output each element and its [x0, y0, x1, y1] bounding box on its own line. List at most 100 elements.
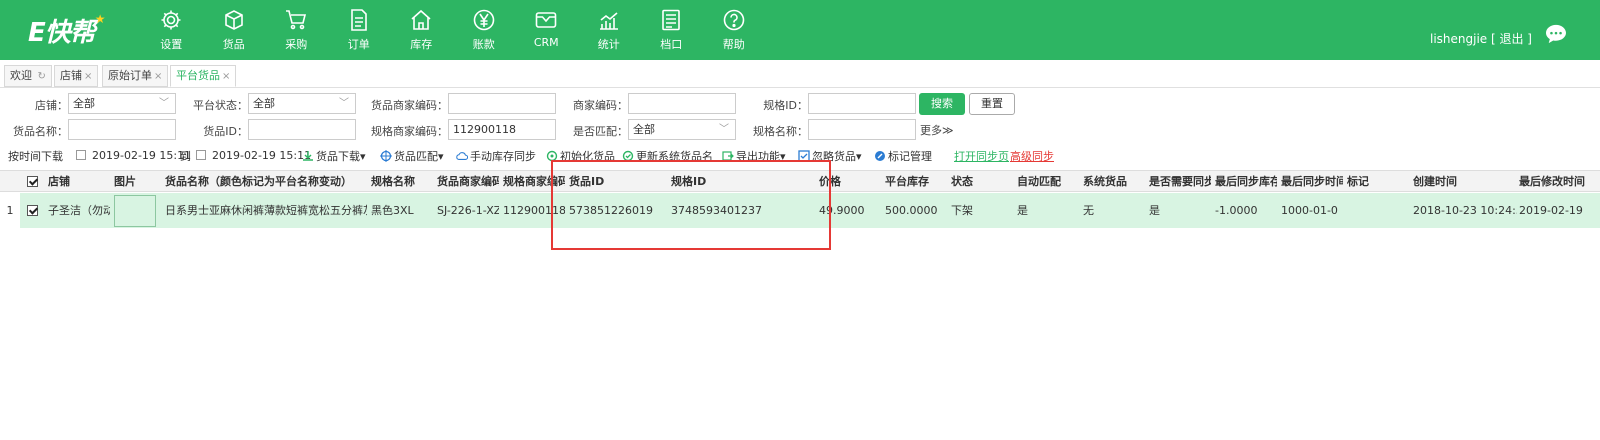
col-header-modified-time[interactable]: 最后修改时间 [1519, 171, 1600, 192]
col-header-spec-merchant-code[interactable]: 规格商家编码 [503, 171, 565, 192]
goods-id-input[interactable] [248, 119, 356, 140]
nav-item-help[interactable]: 帮助 [703, 0, 766, 60]
nav-item-crm[interactable]: CRM [515, 0, 578, 60]
col-header-price[interactable]: 价格 [819, 171, 879, 192]
open-sync-page-link[interactable]: 打开同步页 [954, 148, 1009, 164]
manual-stock-sync-button[interactable]: 手动库存同步 [456, 148, 536, 164]
col-header-spec-name[interactable]: 规格名称 [371, 171, 431, 192]
logo-star-icon: ★ [94, 12, 106, 26]
tab-label: 店铺 [60, 69, 82, 82]
ignore-goods-button[interactable]: 忽略货品▾ [798, 148, 862, 164]
target-icon [380, 150, 392, 162]
to-label: 到 [180, 150, 191, 163]
col-header-auto-match[interactable]: 自动匹配 [1017, 171, 1077, 192]
goods-merchant-code-input[interactable] [448, 93, 556, 114]
col-header-goods-merchant-code[interactable]: 货品商家编码 [437, 171, 499, 192]
cell-platform-stock: 500.0000 [885, 204, 938, 217]
button-label: 货品下载▾ [316, 150, 366, 163]
button-label: 忽略货品▾ [812, 150, 862, 163]
matched-label: 是否匹配： [573, 125, 628, 138]
date-to-input[interactable]: 2019-02-19 15:11 [196, 146, 311, 166]
date-from-input[interactable]: 2019-02-19 15:11 [76, 146, 191, 166]
close-icon[interactable]: × [84, 71, 92, 82]
cell-mark [1347, 193, 1407, 228]
download-icon [303, 151, 313, 161]
nav-item-settings[interactable]: 设置 [140, 0, 203, 60]
col-header-goods-id[interactable]: 货品ID [569, 171, 665, 192]
advanced-sync-link[interactable]: 高级同步 [1010, 148, 1054, 164]
tab-platform-goods[interactable]: 平台货品 × [170, 65, 237, 87]
merchant-code-input[interactable] [628, 93, 736, 114]
tab-bar: 欢迎 ↻ 店铺 × 原始订单 × 平台货品 × [0, 62, 1600, 88]
reset-button[interactable]: 重置 [969, 93, 1015, 115]
nav-item-stock[interactable]: 库存 [390, 0, 453, 60]
tab-raw-orders[interactable]: 原始订单 × [102, 65, 169, 87]
matched-select[interactable]: 全部 ﹀ [628, 119, 736, 140]
goods-name-input[interactable] [68, 119, 176, 140]
nav-label: 采购 [285, 38, 308, 51]
nav-item-goods[interactable]: 货品 [203, 0, 266, 60]
init-goods-button[interactable]: 初始化货品 [546, 148, 615, 164]
button-label: 更新系统货品名 [636, 150, 713, 163]
col-header-image[interactable]: 图片 [114, 171, 158, 192]
nav-item-orders[interactable]: 订单 [328, 0, 391, 60]
calendar-icon [196, 150, 206, 160]
col-header-last-sync-time[interactable]: 最后同步时间 [1281, 171, 1343, 192]
spec-id-label: 规格ID： [763, 99, 808, 112]
mark-manage-button[interactable]: 标记管理 [874, 148, 932, 164]
nav-label: 帮助 [722, 38, 745, 51]
cart-icon [286, 10, 307, 30]
cell-created-time: 2018-10-23 10:24:56 [1413, 204, 1517, 217]
tab-label: 欢迎 [10, 69, 32, 82]
col-header-system-goods[interactable]: 系统货品 [1083, 171, 1143, 192]
tag-icon [875, 151, 885, 161]
spec-merchant-code-input[interactable]: 112900118 [448, 119, 556, 140]
col-header-spec-id[interactable]: 规格ID [671, 171, 811, 192]
list-icon [662, 9, 681, 31]
col-header-goods-name[interactable]: 货品名称（颜色标记为平台名称变动） [165, 171, 367, 192]
tab-shops[interactable]: 店铺 × [54, 65, 99, 87]
col-header-mark[interactable]: 标记 [1347, 171, 1407, 192]
select-all-checkbox[interactable] [27, 176, 38, 187]
col-header-created-time[interactable]: 创建时间 [1413, 171, 1513, 192]
nav-item-accounts[interactable]: 账款 [453, 0, 516, 60]
nav-label: 订单 [347, 38, 370, 51]
search-button[interactable]: 搜索 [919, 93, 965, 115]
more-filters-link[interactable]: 更多≫ [920, 122, 954, 138]
goods-match-button[interactable]: 货品匹配▾ [380, 148, 444, 164]
col-header-last-sync-stock[interactable]: 最后同步库存 [1215, 171, 1277, 192]
col-header-shop[interactable]: 店铺 [48, 171, 108, 192]
button-label: 手动库存同步 [470, 150, 536, 163]
col-header-platform-stock[interactable]: 平台库存 [885, 171, 945, 192]
table-row[interactable]: 子圣洁（勿动 日系男士亚麻休闲裤薄款短裤宽松五分裤灰色 黑色3XL SJ-226… [0, 193, 1600, 228]
product-thumbnail[interactable] [114, 195, 156, 227]
nav-item-purchase[interactable]: 采购 [265, 0, 328, 60]
nav-label: CRM [533, 36, 559, 49]
app-logo[interactable]: E快帮★ [28, 12, 106, 49]
tab-welcome[interactable]: 欢迎 ↻ [4, 65, 52, 87]
update-system-goods-name-button[interactable]: 更新系统货品名 [622, 148, 713, 164]
col-header-status[interactable]: 状态 [951, 171, 1011, 192]
logo-text: E快帮 [28, 18, 96, 48]
spec-id-input[interactable] [808, 93, 916, 114]
chat-bubble-icon[interactable] [1545, 24, 1567, 44]
nav-item-stall[interactable]: 档口 [640, 0, 703, 60]
goods-download-button[interactable]: 货品下载▾ [302, 148, 366, 164]
home-icon [411, 9, 431, 30]
nav-item-stats[interactable]: 统计 [578, 0, 641, 60]
spec-name-input[interactable] [808, 119, 916, 140]
row-checkbox[interactable] [27, 205, 38, 216]
platform-status-select[interactable]: 全部 ﹀ [248, 93, 356, 114]
close-icon[interactable]: × [154, 71, 162, 82]
cell-modified-time: 2019-02-19 [1519, 204, 1583, 217]
merchant-code-label: 商家编码： [573, 99, 628, 112]
nav-label: 账款 [472, 38, 495, 51]
user-logout-link[interactable]: lishengjie [ 退出 ] [1430, 30, 1532, 47]
update-icon [622, 150, 634, 162]
close-icon[interactable]: × [222, 71, 230, 82]
export-button[interactable]: 导出功能▾ [722, 148, 786, 164]
shop-select[interactable]: 全部 ﹀ [68, 93, 176, 114]
refresh-icon[interactable]: ↻ [38, 71, 46, 82]
cell-goods-id: 573851226019 [569, 204, 653, 217]
col-header-need-sync[interactable]: 是否需要同步 [1149, 171, 1211, 192]
